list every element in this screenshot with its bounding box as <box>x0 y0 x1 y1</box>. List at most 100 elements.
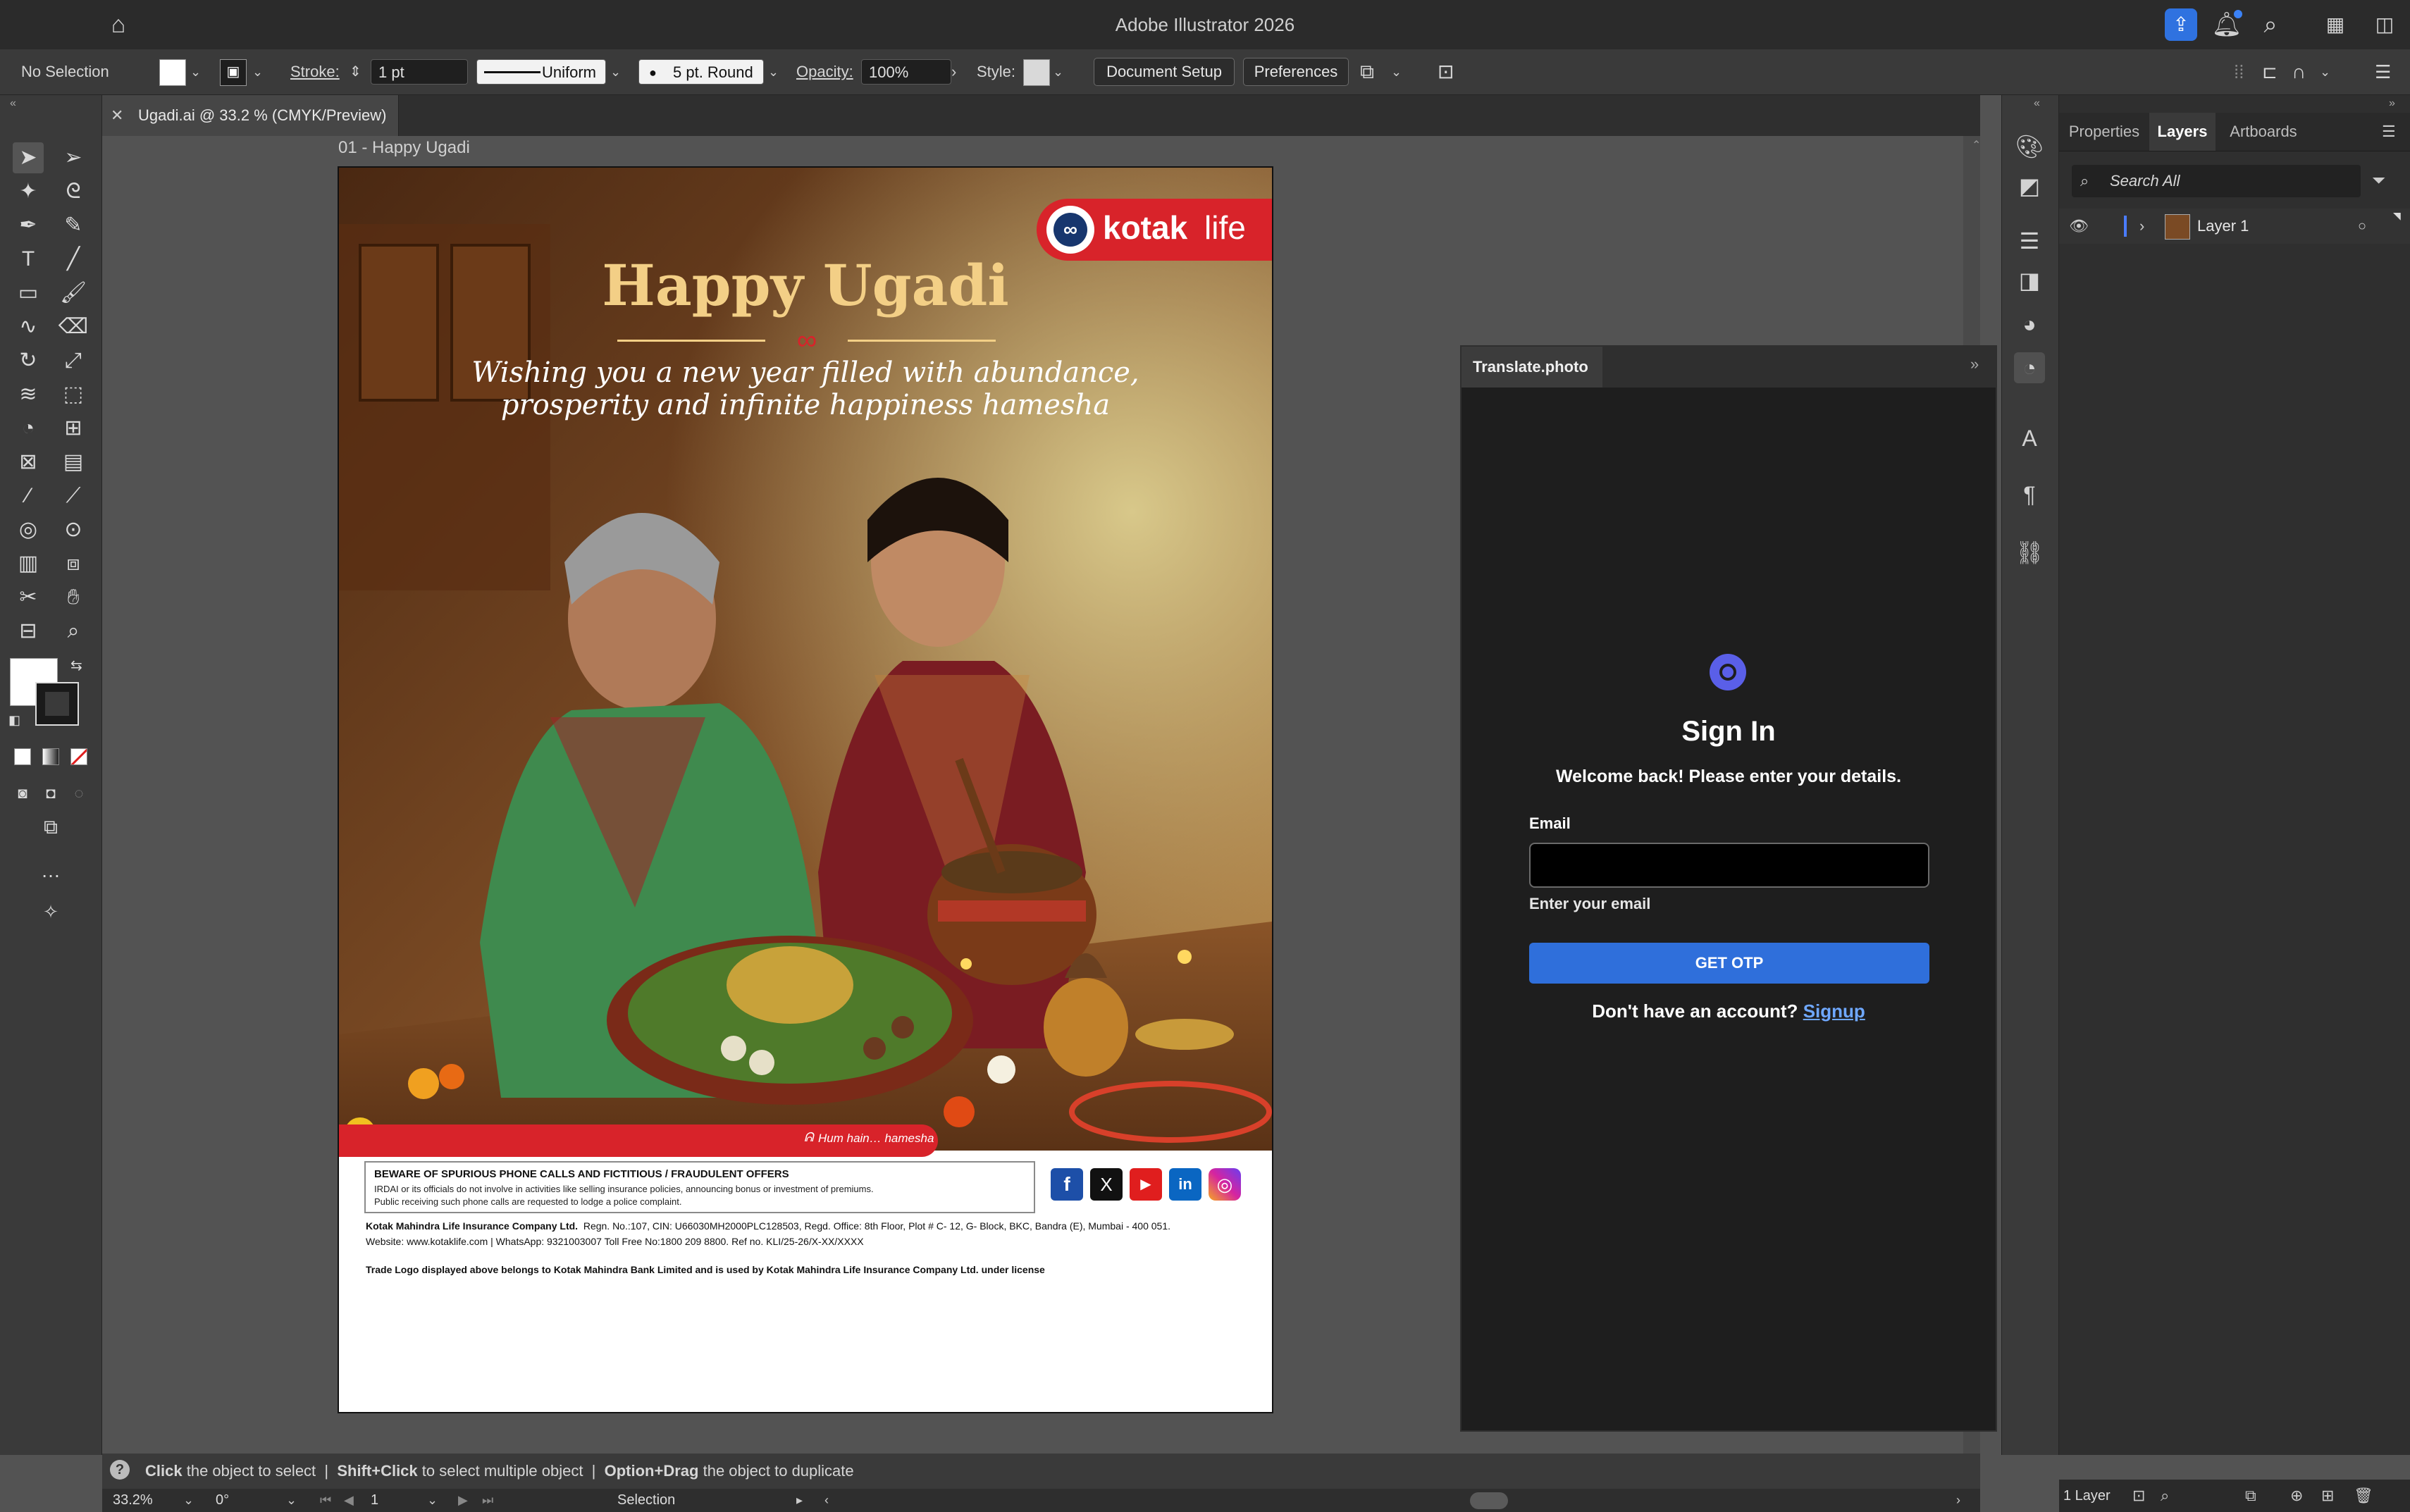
next-artboard-icon[interactable]: ▶ <box>458 1489 468 1512</box>
screen-mode-icon[interactable]: ⧉ <box>35 812 66 843</box>
free-transform-tool-icon[interactable]: ⬚ <box>58 379 89 410</box>
slice-tool-icon[interactable]: ✂ <box>13 582 44 613</box>
clipping-mask-icon[interactable]: ⧉ <box>2245 1480 2256 1512</box>
variable-width-profile[interactable]: Uniform <box>476 59 606 85</box>
type-tool-icon[interactable]: T <box>13 244 44 275</box>
chevron-down-icon[interactable]: ⌄ <box>1053 49 1063 94</box>
chevron-down-icon[interactable]: ⌄ <box>610 49 621 94</box>
layer-target-icon[interactable]: ○ <box>2358 209 2366 244</box>
translate-photo-panel-icon[interactable]: ◔ <box>2014 352 2045 383</box>
rotate-tool-icon[interactable]: ↻ <box>13 345 44 376</box>
perspective-grid-tool-icon[interactable]: ⊞ <box>58 413 89 444</box>
signup-link[interactable]: Signup <box>1803 1000 1865 1022</box>
preferences-button[interactable]: Preferences <box>1243 58 1349 86</box>
character-panel-icon[interactable]: A <box>2014 423 2045 454</box>
scroll-right-icon[interactable]: › <box>1956 1489 1960 1512</box>
collapse-toolbar-icon[interactable]: « <box>10 97 16 110</box>
chevron-down-icon[interactable]: ⌄ <box>1391 49 1402 94</box>
collapse-dock-icon[interactable]: » <box>2389 97 2395 110</box>
shaper-tool-icon[interactable]: ∿ <box>13 311 44 342</box>
selection-tool-icon[interactable]: ➤ <box>13 142 44 173</box>
artboard-tool-icon[interactable]: ⧈ <box>58 548 89 579</box>
magic-wand-tool-icon[interactable]: ✦ <box>13 176 44 207</box>
column-graph-tool-icon[interactable]: ▥ <box>13 548 44 579</box>
chevron-right-icon[interactable]: › <box>2139 209 2144 244</box>
symbol-sprayer-tool-icon[interactable]: ⊙ <box>58 514 89 545</box>
get-otp-button[interactable]: GET OTP <box>1529 943 1929 984</box>
scale-tool-icon[interactable]: ⤢ <box>58 345 89 376</box>
draw-inside-icon[interactable]: ◌ <box>63 778 94 809</box>
delete-layer-icon[interactable]: 🗑︎ <box>2354 1480 2373 1512</box>
brush-definition[interactable]: ● 5 pt. Round <box>638 59 764 85</box>
stroke-panel-icon[interactable]: ☰ <box>2014 225 2045 256</box>
scroll-left-icon[interactable]: ‹ <box>824 1489 829 1512</box>
stroke-color-box[interactable] <box>35 682 79 726</box>
measure-tool-icon[interactable]: ⟋ <box>58 481 89 512</box>
horizontal-scroll-thumb[interactable] <box>1470 1492 1508 1509</box>
draw-normal-icon[interactable]: ◙ <box>7 778 38 809</box>
direct-selection-tool-icon[interactable]: ➢ <box>58 142 89 173</box>
warp-tool-icon[interactable]: ≋ <box>13 379 44 410</box>
collect-export-icon[interactable]: ⊡ <box>2132 1480 2145 1512</box>
rectangle-tool-icon[interactable]: ▭ <box>13 278 44 309</box>
paintbrush-tool-icon[interactable]: 🖌︎ <box>58 278 89 309</box>
panel-menu-icon[interactable]: ☰ <box>2382 113 2396 151</box>
fill-swatch[interactable] <box>159 59 186 86</box>
tab-layers[interactable]: Layers <box>2149 113 2216 151</box>
transform-icon[interactable]: ⊏ <box>2262 49 2278 94</box>
print-tiling-tool-icon[interactable]: ⊟ <box>13 616 44 647</box>
bell-icon[interactable]: 🔔︎ <box>2207 0 2247 49</box>
layer-name[interactable]: Layer 1 <box>2197 209 2249 244</box>
shape-builder-tool-icon[interactable]: ◔ <box>13 413 44 444</box>
status-menu-icon[interactable]: ▸ <box>796 1489 803 1512</box>
eyedropper-tool-icon[interactable]: ⁄ <box>13 481 44 512</box>
color-mode-icon[interactable] <box>14 748 31 765</box>
document-setup-button[interactable]: Document Setup <box>1094 58 1235 86</box>
search-icon[interactable]: ⌕ <box>2251 0 2290 49</box>
chevron-right-icon[interactable]: › <box>951 49 956 94</box>
swap-fill-stroke-icon[interactable]: ⇆ <box>70 657 82 674</box>
locate-object-icon[interactable]: ⌕ <box>2161 1480 2169 1512</box>
rotation-readout[interactable]: 0° <box>216 1489 229 1512</box>
eraser-tool-icon[interactable]: ⌫ <box>58 311 89 342</box>
color-panel-icon[interactable]: 🎨︎ <box>2014 131 2045 162</box>
mesh-tool-icon[interactable]: ⊠ <box>13 447 44 478</box>
scroll-up-icon[interactable]: ⌃ <box>1972 138 1981 152</box>
gradient-panel-icon[interactable]: ◨ <box>2014 265 2045 296</box>
arrange-documents-icon[interactable]: ◫ <box>2365 0 2404 49</box>
collapse-panel-icon[interactable]: » <box>1970 355 1979 373</box>
new-sublayer-icon[interactable]: ⊕ <box>2290 1480 2303 1512</box>
draw-behind-icon[interactable]: ◘ <box>35 778 66 809</box>
links-panel-icon[interactable]: ⛓ <box>2014 537 2045 568</box>
chevron-down-icon[interactable]: ⌄ <box>768 49 779 94</box>
chevron-down-icon[interactable]: ⌄ <box>2320 49 2330 94</box>
magnet-icon[interactable]: ∩ <box>2292 49 2306 94</box>
panel-menu-icon[interactable]: ☰ <box>2375 49 2391 94</box>
edit-toolbar-icon[interactable]: … <box>35 855 66 886</box>
tab-artboards[interactable]: Artboards <box>2221 113 2306 151</box>
chevron-down-icon[interactable]: ⌄ <box>252 49 263 94</box>
chevron-down-icon[interactable]: ⌄ <box>286 1489 297 1512</box>
last-artboard-icon[interactable]: ⏭ <box>482 1489 493 1512</box>
align-icon[interactable]: ⁞⁞ <box>2234 49 2244 94</box>
workspace-switcher-icon[interactable]: ▦ <box>2316 0 2355 49</box>
gradient-mode-icon[interactable] <box>42 748 59 765</box>
share-icon[interactable]: ⇪ <box>2165 8 2197 41</box>
zoom-level[interactable]: 33.2% <box>113 1489 153 1512</box>
help-icon[interactable]: ? <box>110 1460 130 1480</box>
chevron-down-icon[interactable]: ⌄ <box>427 1489 438 1512</box>
expand-panels-icon[interactable]: « <box>2034 97 2040 110</box>
filter-icon[interactable]: ⏷ <box>2372 165 2385 197</box>
blend-tool-icon[interactable]: ◎ <box>13 514 44 545</box>
curvature-tool-icon[interactable]: ✎ <box>58 210 89 241</box>
lasso-tool-icon[interactable]: ᘓ <box>58 176 89 207</box>
chevron-down-icon[interactable]: ⌄ <box>190 49 201 94</box>
zoom-tool-icon[interactable]: ⌕ <box>58 616 89 647</box>
new-layer-icon[interactable]: ⊞ <box>2321 1480 2334 1512</box>
stroke-weight-field[interactable]: 1 pt <box>371 59 468 85</box>
arrange-icon[interactable]: ⧉ <box>1360 49 1374 94</box>
tab-properties[interactable]: Properties <box>2065 113 2144 151</box>
stroke-stepper-icon[interactable]: ⇕ <box>350 49 362 94</box>
close-icon[interactable]: ✕ <box>111 95 123 136</box>
line-segment-tool-icon[interactable]: ╱ <box>58 244 89 275</box>
